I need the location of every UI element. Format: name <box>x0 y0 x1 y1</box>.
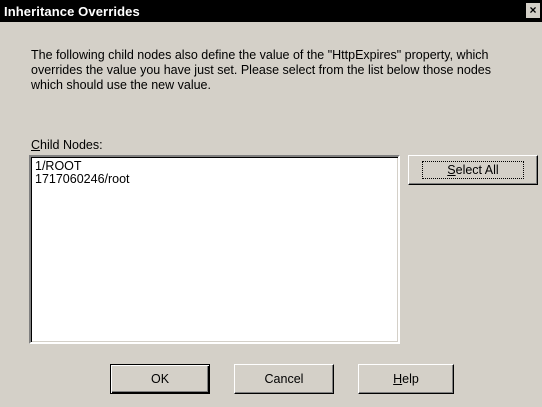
help-button[interactable]: Help <box>358 364 454 394</box>
cancel-button[interactable]: Cancel <box>234 364 334 394</box>
child-nodes-listbox[interactable]: 1/ROOT 1717060246/root <box>29 155 400 344</box>
dialog-title: Inheritance Overrides <box>4 4 140 19</box>
select-all-mnemonic: S <box>447 163 456 177</box>
child-nodes-label-text: hild Nodes: <box>40 138 103 152</box>
message-line-2: overrides the value you have just set. P… <box>31 63 491 77</box>
select-all-button[interactable]: Select All <box>408 155 538 185</box>
help-label: elp <box>402 372 419 386</box>
help-mnemonic: H <box>393 372 403 386</box>
select-all-focus: Select All <box>422 161 524 179</box>
inheritance-overrides-dialog: Inheritance Overrides × The following ch… <box>0 0 542 407</box>
select-all-label: elect All <box>455 163 499 177</box>
message-text: The following child nodes also define th… <box>31 48 536 93</box>
message-line-1: The following child nodes also define th… <box>31 48 489 62</box>
child-nodes-label-mnemonic: C <box>31 138 41 152</box>
message-line-3: which should use the new value. <box>31 78 211 92</box>
ok-button[interactable]: OK <box>110 364 210 394</box>
title-bar[interactable]: Inheritance Overrides × <box>0 0 542 22</box>
child-nodes-label: Child Nodes: <box>31 138 103 152</box>
list-item[interactable]: 1717060246/root <box>35 173 130 186</box>
close-icon[interactable]: × <box>526 3 540 18</box>
child-nodes-list: 1/ROOT 1717060246/root <box>35 160 130 186</box>
